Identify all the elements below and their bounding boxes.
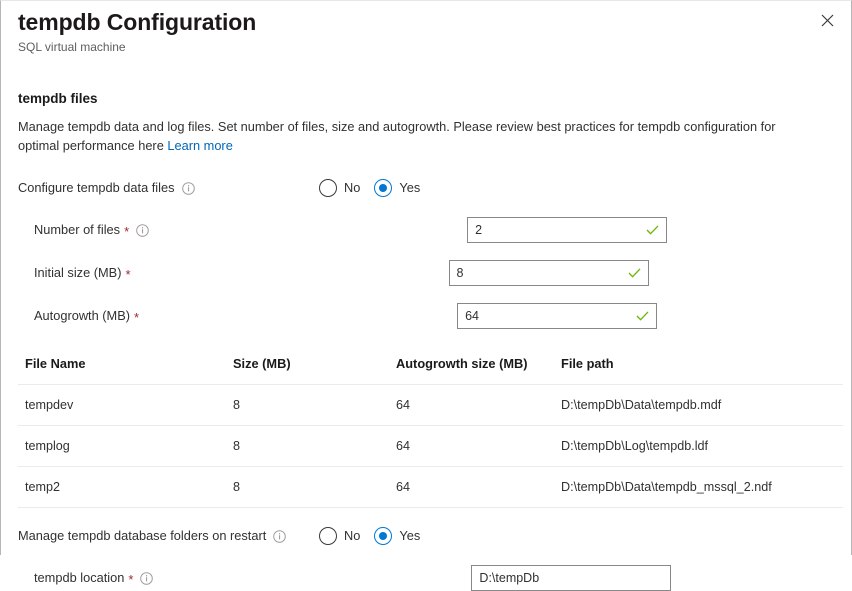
table-row: temp2 8 64 D:\tempDb\Data\tempdb_mssql_2… <box>18 467 843 508</box>
manage-folders-label-text: Manage tempdb database folders on restar… <box>18 527 266 545</box>
configure-data-files-row: Configure tempdb data files No Yes <box>18 176 834 200</box>
tempdb-location-row: tempdb location * <box>18 565 834 591</box>
autogrowth-row: Autogrowth (MB) * <box>18 303 834 329</box>
required-marker: * <box>134 313 139 323</box>
blade-header: tempdb Configuration SQL virtual machine <box>1 1 851 55</box>
radio-icon-selected <box>374 527 392 545</box>
table-body: tempdev 8 64 D:\tempDb\Data\tempdb.mdf t… <box>18 385 843 508</box>
autogrowth-input[interactable] <box>458 304 656 328</box>
radio-icon <box>319 527 337 545</box>
number-of-files-row: Number of files * <box>18 217 834 243</box>
column-header-autogrowth-size: Autogrowth size (MB) <box>396 355 561 385</box>
radio-label: Yes <box>399 179 420 197</box>
cell-file-path: D:\tempDb\Data\tempdb.mdf <box>561 385 843 426</box>
blade-content: tempdb files Manage tempdb data and log … <box>1 90 851 591</box>
manage-folders-label: Manage tempdb database folders on restar… <box>18 527 286 545</box>
radio-label: No <box>344 527 360 545</box>
manage-folders-radio-group[interactable]: No Yes <box>319 527 420 545</box>
column-header-file-path: File path <box>561 355 843 385</box>
initial-size-field[interactable] <box>449 260 649 286</box>
number-of-files-input[interactable] <box>468 218 666 242</box>
required-marker: * <box>128 575 133 585</box>
manage-folders-row: Manage tempdb database folders on restar… <box>18 524 834 548</box>
info-icon[interactable] <box>182 182 195 195</box>
cell-file-name: tempdev <box>18 385 233 426</box>
tempdb-location-label-text: tempdb location <box>34 569 124 587</box>
page-subtitle: SQL virtual machine <box>18 39 851 55</box>
learn-more-link[interactable]: Learn more <box>167 138 232 153</box>
initial-size-row: Initial size (MB) * <box>18 260 834 286</box>
cell-size: 8 <box>233 385 396 426</box>
tempdb-location-field[interactable] <box>471 565 671 591</box>
section-heading: tempdb files <box>18 90 834 108</box>
number-of-files-label-text: Number of files <box>34 221 120 239</box>
cell-file-path: D:\tempDb\Data\tempdb_mssql_2.ndf <box>561 467 843 508</box>
configure-data-files-label-text: Configure tempdb data files <box>18 179 175 197</box>
initial-size-label-text: Initial size (MB) <box>34 264 121 282</box>
table-row: templog 8 64 D:\tempDb\Log\tempdb.ldf <box>18 426 843 467</box>
close-button[interactable] <box>812 5 842 35</box>
radio-label: No <box>344 179 360 197</box>
number-of-files-field[interactable] <box>467 217 667 243</box>
configure-data-files-radio-group[interactable]: No Yes <box>319 179 420 197</box>
cell-autogrowth: 64 <box>396 426 561 467</box>
column-header-file-name: File Name <box>18 355 233 385</box>
table-header: File Name Size (MB) Autogrowth size (MB)… <box>18 355 843 385</box>
table-header-row: File Name Size (MB) Autogrowth size (MB)… <box>18 355 843 385</box>
autogrowth-field[interactable] <box>457 303 657 329</box>
initial-size-input[interactable] <box>450 261 648 285</box>
page-title: tempdb Configuration <box>18 7 851 37</box>
close-icon <box>821 14 834 27</box>
cell-autogrowth: 64 <box>396 385 561 426</box>
section-description-text: Manage tempdb data and log files. Set nu… <box>18 119 776 153</box>
tempdb-location-label: tempdb location * <box>34 569 153 587</box>
tempdb-location-input[interactable] <box>472 566 670 590</box>
cell-autogrowth: 64 <box>396 467 561 508</box>
info-icon[interactable] <box>273 530 286 543</box>
table-row: tempdev 8 64 D:\tempDb\Data\tempdb.mdf <box>18 385 843 426</box>
required-marker: * <box>124 227 129 237</box>
section-description: Manage tempdb data and log files. Set nu… <box>18 117 808 155</box>
configure-data-files-option-yes[interactable]: Yes <box>374 179 420 197</box>
manage-folders-option-no[interactable]: No <box>319 527 360 545</box>
tempdb-configuration-blade: tempdb Configuration SQL virtual machine… <box>0 0 852 555</box>
configure-data-files-option-no[interactable]: No <box>319 179 360 197</box>
tempdb-files-table: File Name Size (MB) Autogrowth size (MB)… <box>18 355 843 508</box>
autogrowth-label-text: Autogrowth (MB) <box>34 307 130 325</box>
radio-icon-selected <box>374 179 392 197</box>
manage-folders-option-yes[interactable]: Yes <box>374 527 420 545</box>
cell-size: 8 <box>233 467 396 508</box>
info-icon[interactable] <box>136 224 149 237</box>
column-header-size: Size (MB) <box>233 355 396 385</box>
radio-label: Yes <box>399 527 420 545</box>
cell-file-path: D:\tempDb\Log\tempdb.ldf <box>561 426 843 467</box>
cell-size: 8 <box>233 426 396 467</box>
autogrowth-label: Autogrowth (MB) * <box>34 307 139 325</box>
cell-file-name: temp2 <box>18 467 233 508</box>
configure-data-files-label: Configure tempdb data files <box>18 179 195 197</box>
initial-size-label: Initial size (MB) * <box>34 264 131 282</box>
cell-file-name: templog <box>18 426 233 467</box>
number-of-files-label: Number of files * <box>34 221 149 239</box>
info-icon[interactable] <box>140 572 153 585</box>
required-marker: * <box>125 270 130 280</box>
radio-icon <box>319 179 337 197</box>
